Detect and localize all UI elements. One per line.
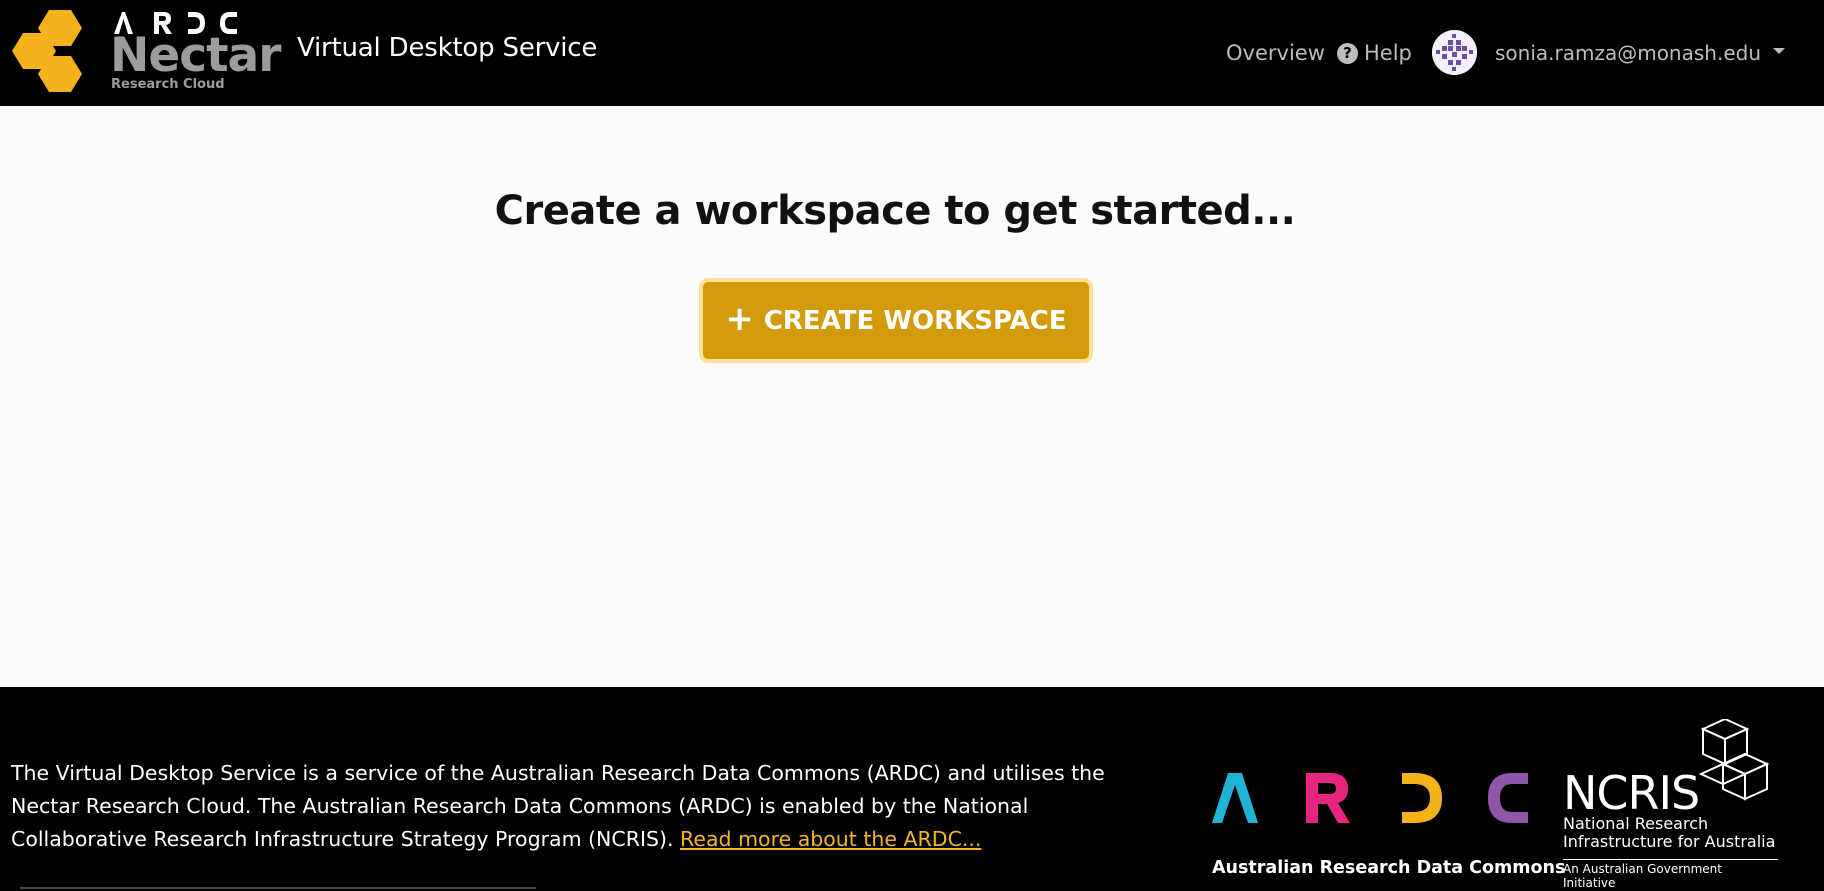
avatar[interactable]: [1432, 30, 1477, 75]
identicon-icon: [1432, 30, 1477, 75]
brand-name: Nectar: [110, 28, 281, 83]
read-more-ardc-link[interactable]: Read more about the ARDC...: [680, 827, 981, 851]
footer-description: The Virtual Desktop Service is a service…: [11, 757, 1121, 856]
brand-tagline: Research Cloud: [111, 77, 225, 92]
nav-help-link[interactable]: ? Help: [1337, 0, 1412, 106]
ardc-caption: Australian Research Data Commons: [1212, 858, 1566, 878]
app-title[interactable]: Virtual Desktop Service: [297, 33, 597, 63]
top-navbar: Nectar Research Cloud Virtual Desktop Se…: [0, 0, 1824, 106]
page-headline: Create a workspace to get started...: [494, 188, 1296, 234]
nectar-logo[interactable]: Nectar Research Cloud: [12, 8, 282, 96]
create-workspace-button[interactable]: + CREATE WORKSPACE: [699, 278, 1093, 363]
user-menu-toggle[interactable]: sonia.ramza@monash.edu: [1495, 0, 1785, 106]
footer: The Virtual Desktop Service is a service…: [0, 687, 1824, 891]
ncris-gov-line: An Australian Government Initiative: [1563, 859, 1778, 890]
ncris-subtitle: National Research Infrastructure for Aus…: [1563, 815, 1775, 851]
footer-divider: [20, 887, 536, 889]
caret-down-icon: [1773, 48, 1785, 54]
hexagon-cluster-icon: [12, 10, 82, 92]
nav-overview-label: Overview: [1226, 41, 1325, 65]
nav-help-label: Help: [1364, 41, 1412, 65]
user-email: sonia.ramza@monash.edu: [1495, 41, 1761, 65]
ncris-subtitle-line2: Infrastructure for Australia: [1563, 832, 1776, 851]
ncris-word: NCRIS: [1563, 766, 1700, 820]
plus-icon: +: [725, 299, 754, 339]
nav-overview-link[interactable]: Overview: [1226, 0, 1325, 106]
question-circle-icon: ?: [1337, 42, 1358, 64]
create-workspace-label: CREATE WORKSPACE: [763, 305, 1067, 336]
ncris-subtitle-line1: National Research: [1563, 814, 1709, 833]
